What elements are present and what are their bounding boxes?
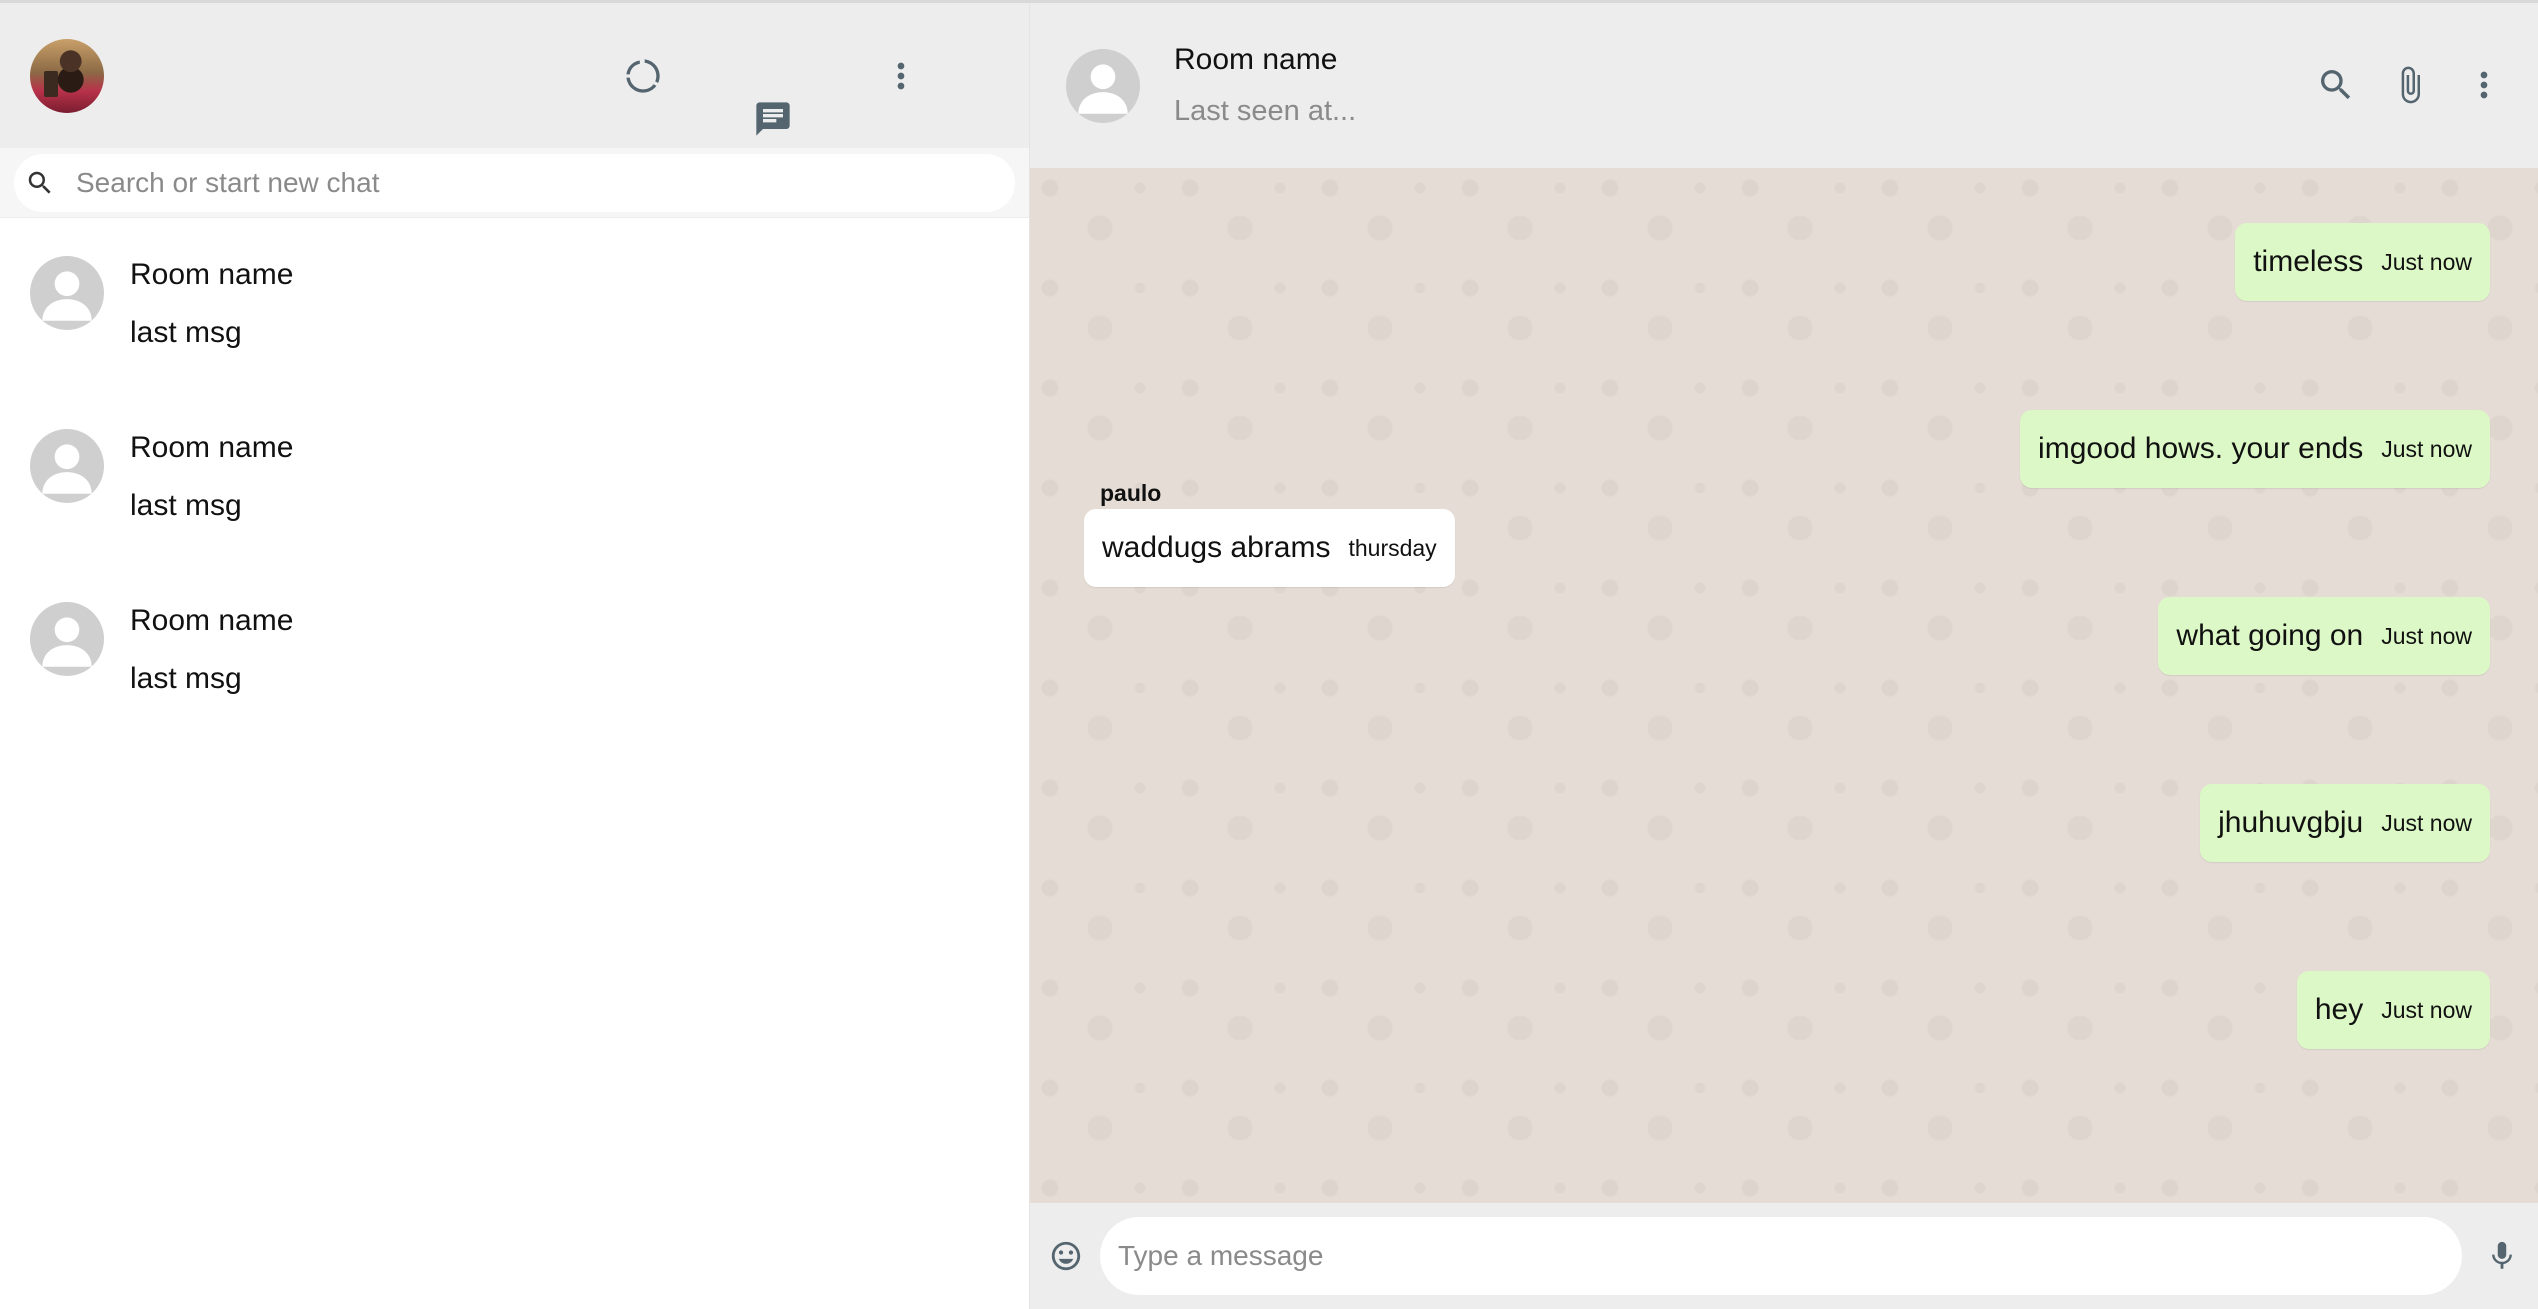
chat-info[interactable]: Room name Last seen at...	[1174, 43, 1356, 128]
search-input[interactable]	[74, 165, 398, 200]
message-timestamp: thursday	[1348, 534, 1437, 561]
whatsapp-clone-app: Room name last msg Room name last msg	[0, 0, 2538, 1309]
room-last-message: last msg	[130, 662, 242, 695]
message-text: timeless	[2253, 245, 2364, 278]
message-bubble-received: waddugs abrams thursday	[1084, 509, 1455, 587]
room-last-message: last msg	[130, 316, 242, 349]
message-bubble-sent: jhuhuvgbju Just now	[2200, 784, 2490, 862]
mic-icon[interactable]	[2480, 1234, 2524, 1278]
message-text: what going on	[2176, 619, 2364, 652]
message-text: waddugs abrams	[1102, 531, 1331, 564]
room-name: Room name	[130, 258, 294, 291]
default-avatar-icon	[1078, 63, 1128, 114]
chat-body: timeless Just now imgood hows. your ends…	[1030, 168, 2538, 1203]
message-sender: paulo	[1100, 480, 1162, 506]
search-icon[interactable]	[2306, 55, 2366, 115]
message-timestamp: Just now	[2381, 435, 2472, 462]
chat-avatar[interactable]	[1066, 48, 1140, 123]
message-bubble-sent: imgood hows. your ends Just now	[2020, 410, 2490, 488]
message-bubble-sent: hey Just now	[2296, 971, 2490, 1049]
room-avatar	[30, 602, 104, 676]
message-bubble-sent: timeless Just now	[2235, 223, 2490, 301]
sidebar: Room name last msg Room name last msg	[0, 3, 1030, 1309]
message-bubble-sent: what going on Just now	[2158, 597, 2490, 675]
message-text: jhuhuvgbju	[2218, 806, 2364, 839]
room-avatar	[30, 256, 104, 330]
search-box	[14, 153, 1015, 212]
message-timestamp: Just now	[2381, 996, 2472, 1023]
room-item[interactable]: Room name last msg	[0, 218, 1029, 391]
default-avatar-icon	[42, 271, 92, 321]
room-list: Room name last msg Room name last msg Ro…	[0, 218, 1029, 1309]
user-avatar[interactable]	[30, 38, 104, 113]
message-text: hey	[2314, 993, 2364, 1026]
status-icon[interactable]	[613, 46, 673, 106]
chat-panel: Room name Last seen at... timeless Just …	[1030, 3, 2538, 1309]
message-input[interactable]	[1100, 1217, 2462, 1295]
search-bar	[0, 148, 1029, 218]
default-avatar-icon	[42, 444, 92, 494]
chat-last-seen: Last seen at...	[1174, 95, 1357, 127]
sidebar-header	[0, 3, 1029, 148]
room-name: Room name	[130, 604, 294, 637]
chat-footer	[1030, 1203, 2538, 1309]
message-text: imgood hows. your ends	[2038, 432, 2364, 465]
more-vert-icon[interactable]	[871, 46, 931, 106]
chat-room-name: Room name	[1174, 43, 1338, 76]
chat-header: Room name Last seen at...	[1030, 3, 2538, 168]
room-item[interactable]: Room name last msg	[0, 391, 1029, 564]
search-icon	[20, 168, 60, 198]
message-timestamp: Just now	[2381, 622, 2472, 649]
message-timestamp: Just now	[2381, 248, 2472, 275]
emoji-icon[interactable]	[1044, 1234, 1088, 1278]
room-item[interactable]: Room name last msg	[0, 564, 1029, 737]
default-avatar-icon	[42, 617, 92, 667]
message-timestamp: Just now	[2381, 809, 2472, 836]
room-name: Room name	[130, 431, 294, 464]
room-avatar	[30, 429, 104, 503]
attach-icon[interactable]	[2380, 55, 2440, 115]
chat-icon[interactable]	[743, 46, 803, 191]
room-last-message: last msg	[130, 489, 242, 522]
chat-header-icons	[2306, 55, 2514, 115]
more-vert-icon[interactable]	[2454, 55, 2514, 115]
